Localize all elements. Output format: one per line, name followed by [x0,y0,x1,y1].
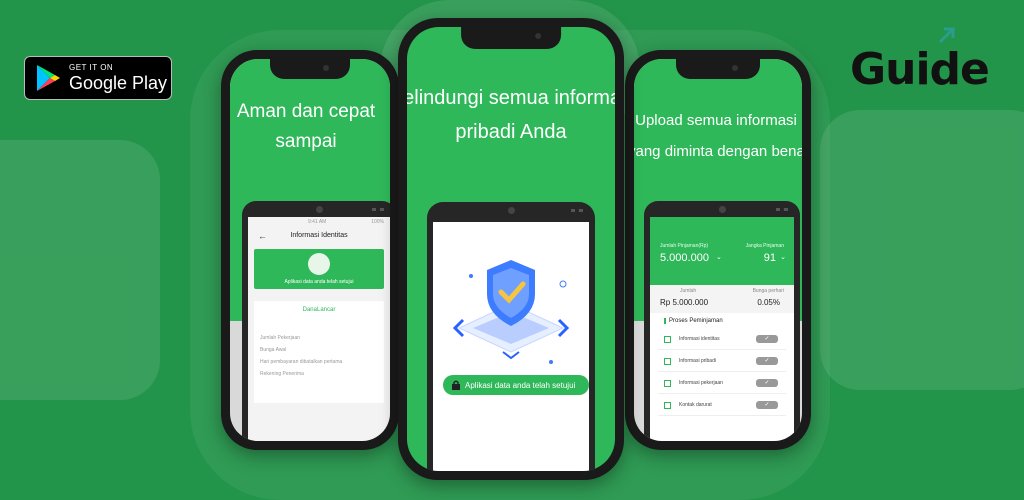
inner-phone: Aplikasi data anda telah setujui [427,202,595,471]
term-label: Jangka Pinjaman [745,243,784,249]
process-row[interactable]: Informasi identitas ✓ [658,329,786,350]
phone-screen: Upload semua informasi yang diminta deng… [634,59,802,441]
id-card-icon [664,335,671,343]
rate-value: 0.05% [757,298,780,307]
arrow-up-right-icon [938,27,955,44]
process-label: Informasi pekerjaan [679,380,723,386]
process-title: Proses Peminjaman [664,318,723,324]
check-toggle[interactable]: ✓ [756,335,778,343]
process-row[interactable]: Informasi pekerjaan ✓ [658,373,786,394]
approved-button[interactable]: Aplikasi data anda telah setujui [443,375,589,395]
inner-screen: Aplikasi data anda telah setujui [433,222,589,471]
check-toggle[interactable]: ✓ [756,379,778,387]
details-card: DanaLancar Jumlah Pekerjaan Bunga Awal H… [254,301,384,403]
sum-label: Jumlah [680,288,697,294]
approved-text: Aplikasi data anda telah setujui [284,279,354,285]
phone-screen: Melindungi semua informasi pribadi Anda [407,27,615,471]
check-toggle[interactable]: ✓ [756,401,778,409]
process-label: Informasi identitas [679,336,720,342]
chevron-down-icon: ⌄ [716,254,722,261]
google-play-badge[interactable]: GET IT ON Google Play [24,56,172,100]
shield-check-icon [452,260,570,364]
screen-title: Informasi Identitas [290,232,348,239]
field-label: Bunga Awal [260,347,287,353]
approved-button-label: Aplikasi data anda telah setujui [465,380,576,390]
field-label: Jumlah Pekerjaan [260,335,301,341]
phone-left: Aman dan cepat sampai 9:41 AM 100% ← Inf… [221,50,399,450]
app-name: DanaLancar [302,307,336,313]
phone-screen: Aman dan cepat sampai 9:41 AM 100% ← Inf… [230,59,390,441]
inner-phone: 9:41 AM 100% ← Informasi Identitas Aplik… [242,201,390,441]
chevron-down-icon: ⌄ [780,254,786,261]
background-shape [820,110,1024,390]
amount-value[interactable]: 5.000.000 [660,252,709,264]
process-label: Kontak darurat [679,402,712,408]
process-row[interactable]: Kontak darurat ✓ [658,395,786,416]
inner-phone: Jumlah Pinjaman(Rp) 5.000.000 ⌄ Jangka P… [644,201,800,441]
briefcase-icon [664,379,671,387]
badge-small-text: GET IT ON [69,63,114,72]
check-toggle[interactable]: ✓ [756,357,778,365]
process-row[interactable]: Informasi pribadi ✓ [658,351,786,372]
headline-line-1: Upload semua informasi [635,112,797,129]
play-store-icon [37,65,60,91]
headline-line-1: Melindungi semua informasi [407,87,615,109]
approved-banner: Aplikasi data anda telah setujui [254,249,384,289]
amount-label: Jumlah Pinjaman(Rp) [660,243,709,249]
badge-big-text: Google Play [69,73,168,93]
term-value[interactable]: 91 [764,252,776,264]
field-label: Hari pembayaran dibatalkan pertama [260,359,343,365]
headline-line-2: pribadi Anda [455,121,567,143]
sum-value: Rp 5.000.000 [660,298,709,307]
guide-logo: Guide [850,44,990,95]
headline-line-1: Aman dan cepat [236,101,376,122]
status-battery: 100% [371,219,384,225]
phone-center: Melindungi semua informasi pribadi Anda [398,18,624,480]
phone-right: Upload semua informasi yang diminta deng… [625,50,811,450]
inner-screen: Jumlah Pinjaman(Rp) 5.000.000 ⌄ Jangka P… [650,217,794,441]
inner-screen: 9:41 AM 100% ← Informasi Identitas Aplik… [248,217,390,441]
rate-label: Bunga perhari [752,288,784,294]
summary-box: Jumlah Rp 5.000.000 Bunga perhari 0.05% [650,285,794,313]
loan-header: Jumlah Pinjaman(Rp) 5.000.000 ⌄ Jangka P… [650,217,794,285]
document-icon [308,253,330,275]
field-label: Rekening Penerima [260,371,304,377]
person-icon [664,357,671,365]
process-label: Informasi pribadi [679,358,716,364]
headline-line-2: sampai [275,131,337,152]
background-shape [0,140,160,400]
lock-icon [452,380,460,390]
phone-icon [664,401,671,409]
headline-line-2: yang diminta dengan benar [634,143,802,160]
status-time: 9:41 AM [308,219,327,225]
